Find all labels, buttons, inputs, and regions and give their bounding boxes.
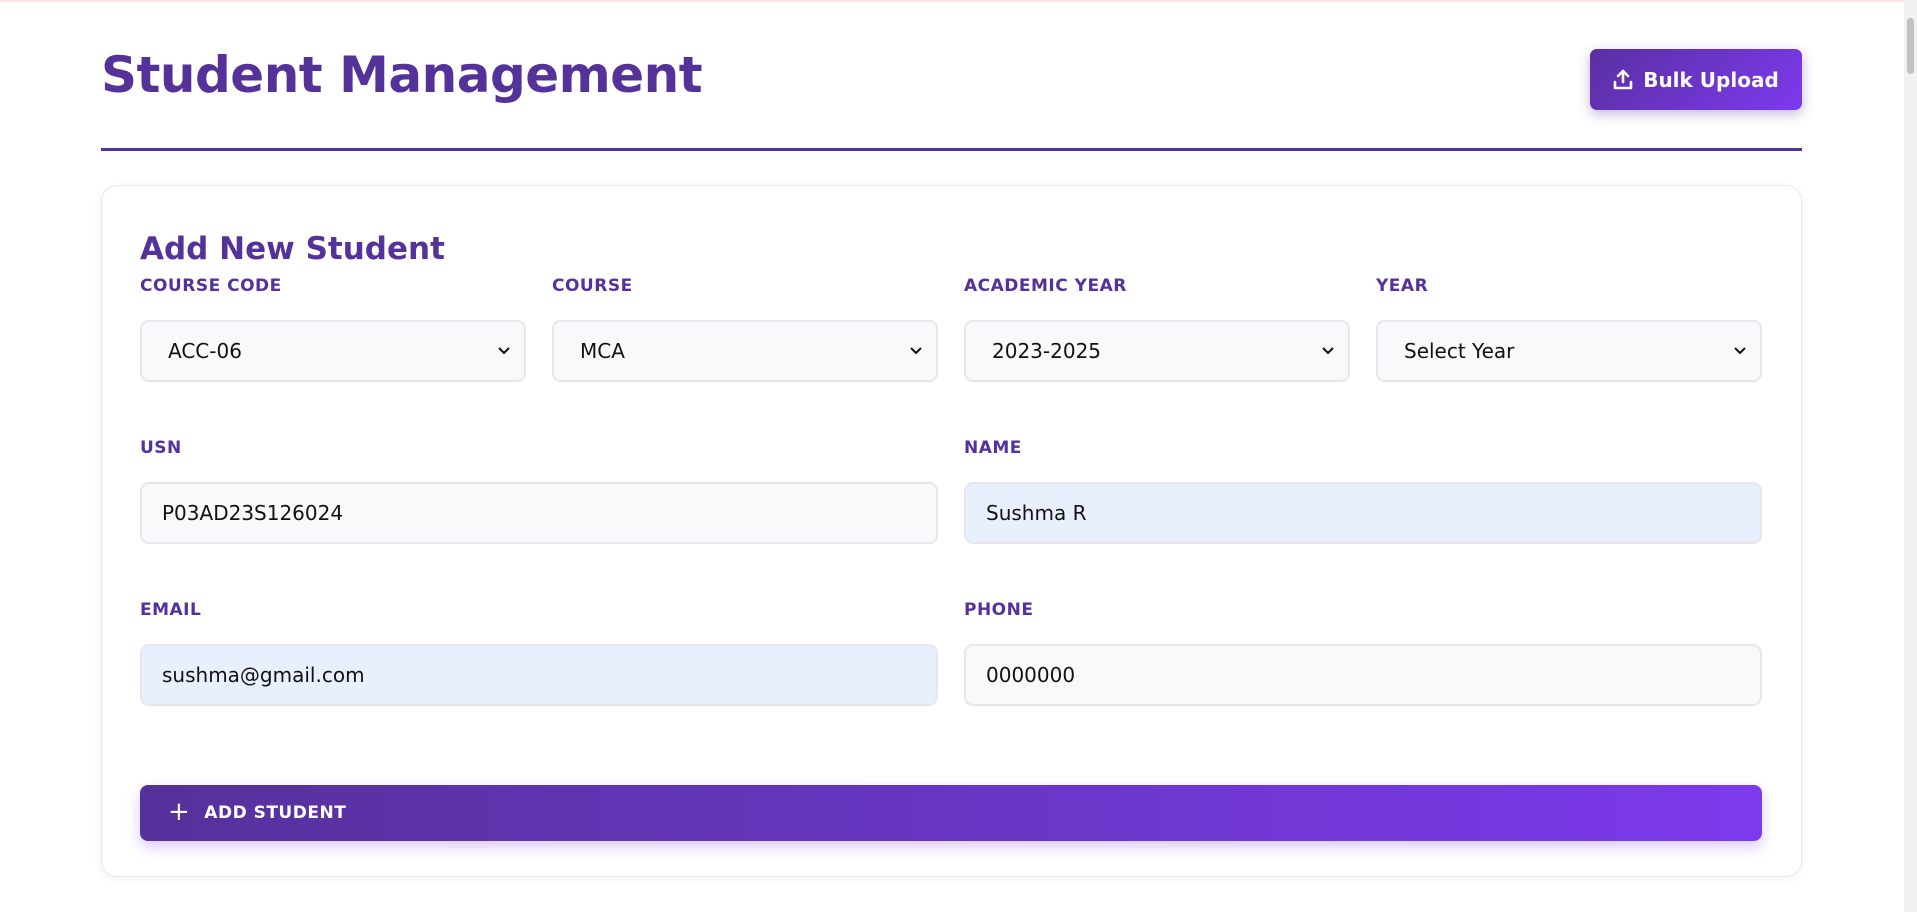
chevron-down-icon bbox=[1734, 347, 1746, 355]
academic-year-select[interactable]: 2023-2025 bbox=[964, 320, 1350, 382]
chevron-down-icon bbox=[1322, 347, 1334, 355]
name-label: NAME bbox=[964, 438, 1022, 458]
plus-icon: + bbox=[168, 796, 191, 827]
add-student-card: Add New Student COURSE CODE ACC-06 COURS… bbox=[101, 185, 1802, 877]
academic-year-label: ACADEMIC YEAR bbox=[964, 276, 1127, 296]
usn-value: P03AD23S126024 bbox=[162, 501, 344, 525]
academic-year-value: 2023-2025 bbox=[992, 339, 1102, 363]
phone-field: PHONE 0000000 bbox=[964, 600, 1762, 706]
usn-label: USN bbox=[140, 438, 182, 458]
add-student-label: ADD STUDENT bbox=[204, 803, 347, 823]
scrollbar-thumb[interactable] bbox=[1907, 18, 1914, 74]
year-select[interactable]: Select Year bbox=[1376, 320, 1762, 382]
page: Student Management Bulk Upload Add New S… bbox=[0, 2, 1904, 912]
email-value: sushma@gmail.com bbox=[162, 663, 365, 687]
name-value: Sushma R bbox=[986, 501, 1087, 525]
vertical-scrollbar[interactable] bbox=[1904, 0, 1917, 912]
form-title: Add New Student bbox=[140, 231, 445, 267]
usn-field: USN P03AD23S126024 bbox=[140, 438, 938, 544]
main-container: Student Management Bulk Upload Add New S… bbox=[101, 2, 1802, 877]
phone-input[interactable]: 0000000 bbox=[964, 644, 1762, 706]
email-input[interactable]: sushma@gmail.com bbox=[140, 644, 938, 706]
email-label: EMAIL bbox=[140, 600, 202, 620]
course-code-field: COURSE CODE ACC-06 bbox=[140, 276, 526, 382]
name-input[interactable]: Sushma R bbox=[964, 482, 1762, 544]
chevron-down-icon bbox=[498, 347, 510, 355]
page-header: Student Management Bulk Upload bbox=[101, 2, 1802, 151]
year-value: Select Year bbox=[1404, 339, 1515, 363]
course-code-select[interactable]: ACC-06 bbox=[140, 320, 526, 382]
year-label: YEAR bbox=[1376, 276, 1429, 296]
academic-year-field: ACADEMIC YEAR 2023-2025 bbox=[964, 276, 1350, 382]
year-field: YEAR Select Year bbox=[1376, 276, 1762, 382]
course-field: COURSE MCA bbox=[552, 276, 938, 382]
page-title: Student Management bbox=[101, 46, 703, 104]
course-code-label: COURSE CODE bbox=[140, 276, 282, 296]
course-value: MCA bbox=[580, 339, 625, 363]
phone-value: 0000000 bbox=[986, 663, 1076, 687]
upload-icon bbox=[1613, 69, 1633, 89]
name-field: NAME Sushma R bbox=[964, 438, 1762, 544]
add-student-button[interactable]: + ADD STUDENT bbox=[140, 785, 1762, 841]
email-field: EMAIL sushma@gmail.com bbox=[140, 600, 938, 706]
course-select[interactable]: MCA bbox=[552, 320, 938, 382]
chevron-down-icon bbox=[910, 347, 922, 355]
course-code-value: ACC-06 bbox=[168, 339, 242, 363]
bulk-upload-button[interactable]: Bulk Upload bbox=[1590, 49, 1802, 110]
usn-input[interactable]: P03AD23S126024 bbox=[140, 482, 938, 544]
phone-label: PHONE bbox=[964, 600, 1034, 620]
course-label: COURSE bbox=[552, 276, 633, 296]
bulk-upload-label: Bulk Upload bbox=[1643, 67, 1779, 92]
